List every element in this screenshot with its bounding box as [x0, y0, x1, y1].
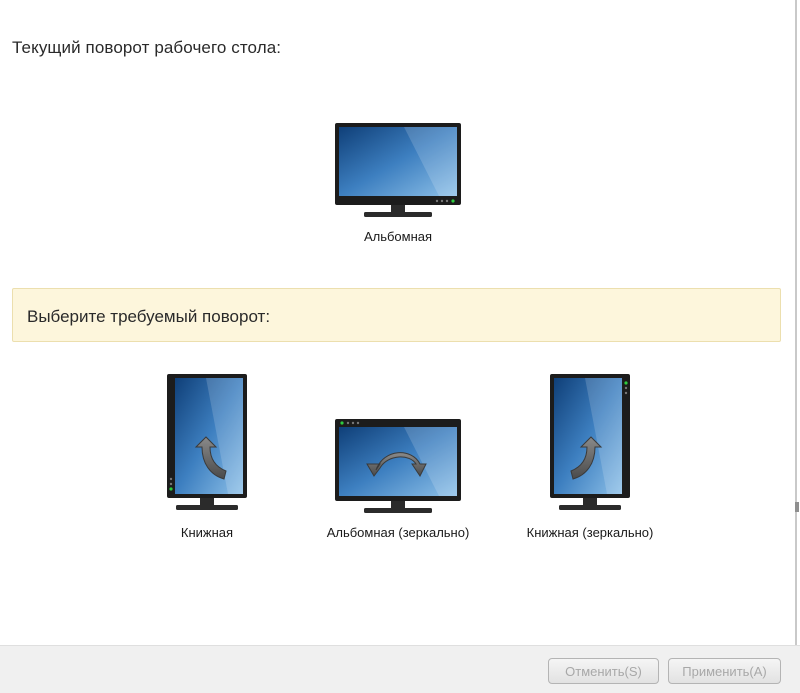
monitor-landscape-icon: [335, 123, 461, 217]
apply-button[interactable]: Применить(A): [668, 658, 781, 684]
monitor-landscape-flipped-rotate-icon: [335, 419, 461, 513]
current-rotation-title: Текущий поворот рабочего стола:: [12, 38, 282, 57]
rotation-option-label: Альбомная (зеркально): [326, 525, 470, 540]
current-rotation-label: Альбомная: [363, 229, 433, 244]
rotation-option-label: Книжная: [180, 525, 234, 540]
choose-rotation-banner: Выберите требуемый поворот:: [12, 288, 781, 342]
monitor-portrait-flipped-rotate-right-icon: [550, 374, 630, 510]
dialog-footer: Отменить(S) Применить(A): [0, 645, 800, 693]
rotation-option-label: Книжная (зеркально): [526, 525, 654, 540]
choose-rotation-title: Выберите требуемый поворот:: [27, 307, 271, 326]
window-right-edge: [795, 0, 797, 645]
cancel-button[interactable]: Отменить(S): [548, 658, 659, 684]
monitor-portrait-rotate-left-icon: [167, 374, 247, 510]
window-edge-marker: [795, 502, 799, 512]
